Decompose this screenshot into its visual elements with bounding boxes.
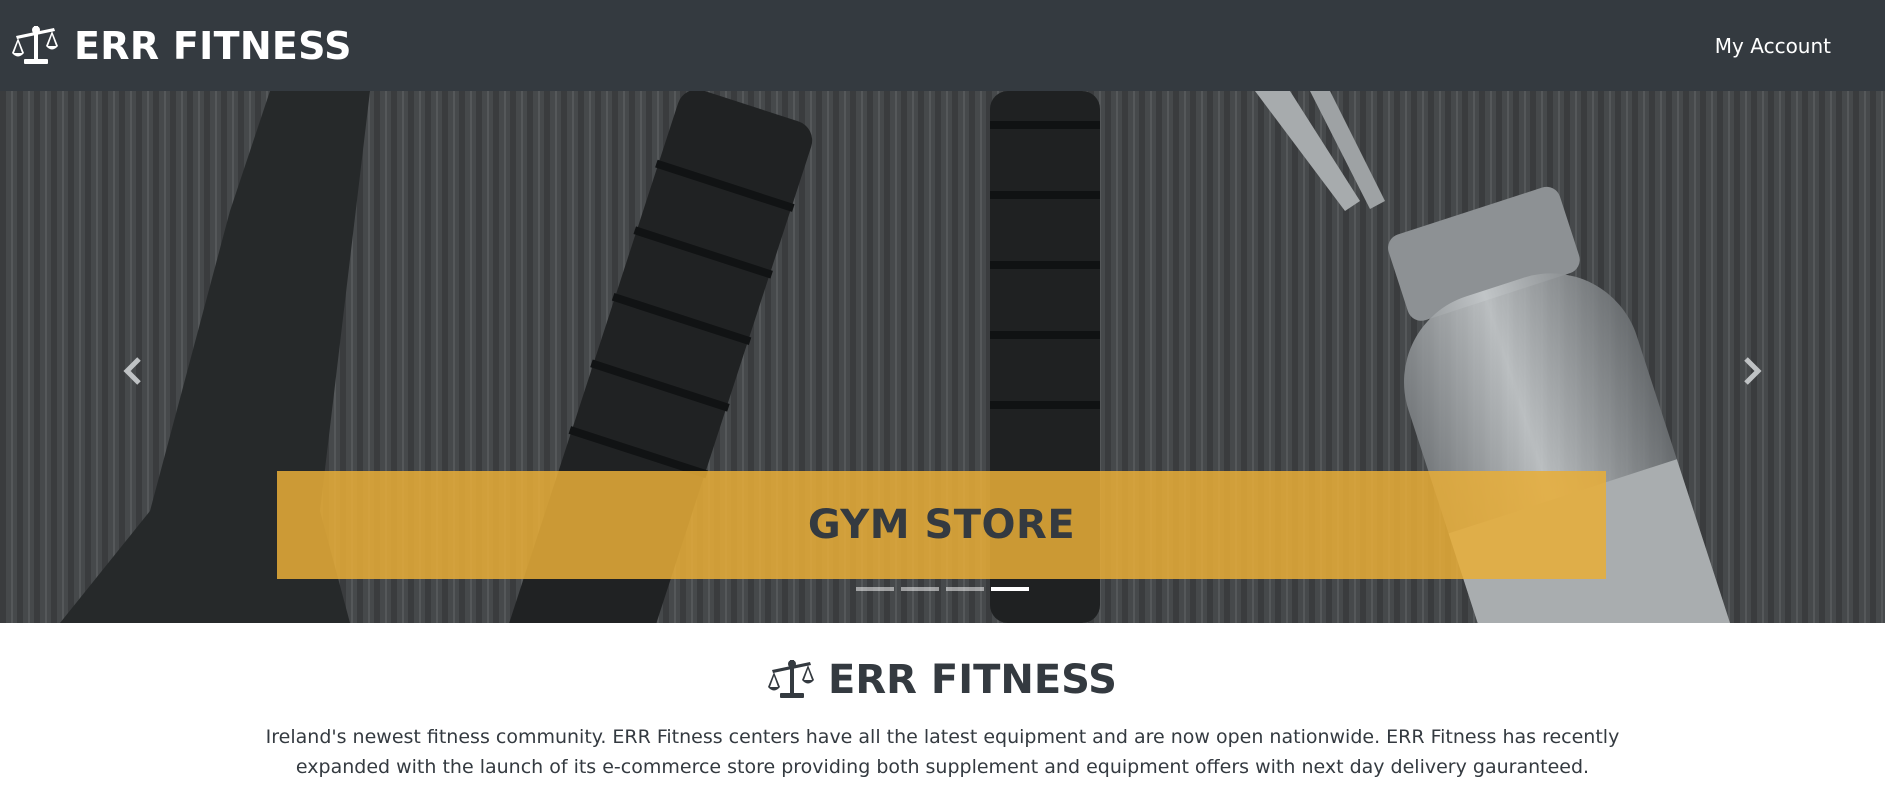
carousel-next-button[interactable] [1721, 341, 1781, 401]
balance-scale-icon [768, 656, 816, 704]
carousel-indicator-2[interactable] [901, 587, 939, 591]
carousel-prev-button[interactable] [104, 341, 164, 401]
about-description: Ireland's newest fitness community. ERR … [265, 726, 1620, 778]
carousel-indicator-3[interactable] [946, 587, 984, 591]
top-navbar: ERR FITNESS My Account [0, 0, 1885, 91]
carousel-indicator-4[interactable] [991, 587, 1029, 591]
hero-carousel: GYM STORE [0, 91, 1885, 623]
brand-logo-link[interactable]: ERR FITNESS [12, 22, 352, 70]
carousel-caption: GYM STORE [277, 471, 1606, 579]
carousel-indicators [0, 587, 1885, 591]
brand-name: ERR FITNESS [74, 23, 352, 68]
carousel-indicator-1[interactable] [856, 587, 894, 591]
about-section: ERR FITNESS Ireland's newest fitness com… [0, 623, 1885, 782]
chevron-right-icon [1744, 357, 1762, 385]
about-heading: ERR FITNESS [0, 656, 1885, 704]
my-account-link[interactable]: My Account [1715, 34, 1831, 58]
balance-scale-icon [12, 22, 60, 70]
caption-title: GYM STORE [807, 502, 1076, 548]
about-title: ERR FITNESS [828, 657, 1117, 703]
chevron-left-icon [123, 357, 141, 385]
